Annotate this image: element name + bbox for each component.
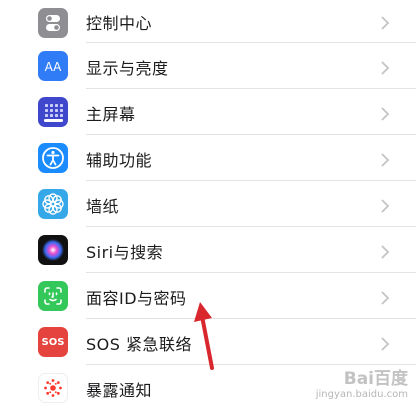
chevron-right-icon	[381, 337, 390, 351]
chevron-right-icon	[381, 16, 390, 30]
settings-row-control-center[interactable]: 控制中心	[0, 0, 416, 46]
accessibility-icon	[38, 143, 68, 173]
settings-row-label: SOS 紧急联络	[86, 335, 192, 354]
chevron-right-icon	[381, 291, 390, 305]
settings-row-accessibility[interactable]: 辅助功能	[0, 135, 416, 181]
annotation-arrow	[194, 302, 214, 370]
settings-row-home-screen[interactable]: 主屏幕	[0, 89, 416, 135]
siri-icon	[38, 235, 68, 265]
settings-row-label: 主屏幕	[86, 105, 136, 124]
settings-row-display-brightness[interactable]: AA 显示与亮度	[0, 43, 416, 89]
display-brightness-icon: AA	[38, 51, 68, 81]
settings-row-wallpaper[interactable]: 墙纸	[0, 181, 416, 227]
settings-row-siri-search[interactable]: Siri与搜索	[0, 227, 416, 273]
watermark-url: jingyan.baidu.com	[315, 389, 408, 400]
control-center-icon	[38, 8, 68, 38]
chevron-right-icon	[381, 199, 390, 213]
chevron-right-icon	[381, 245, 390, 259]
wallpaper-icon	[38, 189, 68, 219]
svg-text:AA: AA	[45, 60, 63, 74]
watermark-brand: Bai百度	[343, 369, 408, 389]
settings-row-label: 暴露通知	[86, 381, 153, 400]
settings-row-label: 墙纸	[86, 197, 120, 216]
settings-row-label: Siri与搜索	[86, 243, 164, 262]
chevron-right-icon	[381, 61, 390, 75]
chevron-right-icon	[381, 107, 390, 121]
sos-icon-text: SOS	[41, 336, 65, 348]
settings-row-label: 显示与亮度	[86, 59, 169, 78]
watermark: Bai百度 jingyan.baidu.com	[316, 364, 408, 400]
settings-row-label: 面容ID与密码	[86, 289, 187, 308]
settings-row-label: 控制中心	[86, 14, 153, 33]
exposure-notification-icon	[38, 373, 68, 403]
home-screen-icon	[38, 97, 68, 127]
chevron-right-icon	[381, 153, 390, 167]
sos-icon: SOS	[38, 327, 68, 357]
face-id-icon	[38, 281, 68, 311]
settings-row-label: 辅助功能	[86, 151, 153, 170]
